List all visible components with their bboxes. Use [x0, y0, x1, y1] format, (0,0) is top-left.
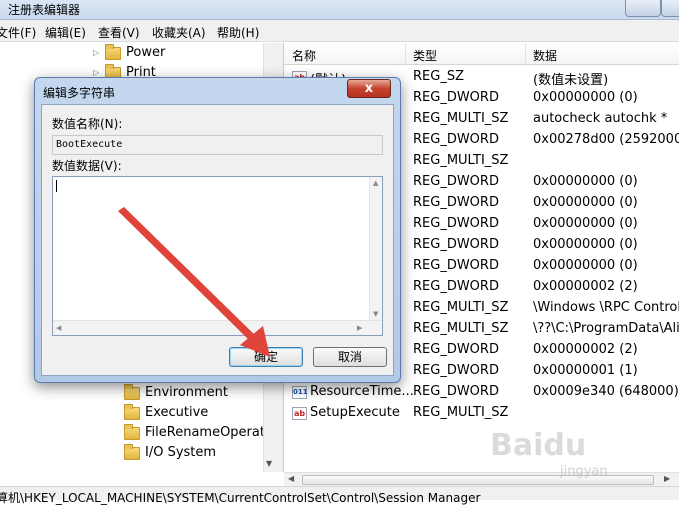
tree-item-label: Environment — [145, 385, 229, 400]
value-type: REG_DWORD — [413, 258, 499, 273]
watermark-text: Baidu — [490, 428, 587, 463]
string-value-icon: ab — [292, 407, 307, 420]
value-data: 0x00000000 (0) — [533, 195, 638, 210]
value-type: REG_DWORD — [413, 174, 499, 189]
textarea-vertical-scrollbar[interactable]: ▲ ▼ — [369, 177, 382, 320]
table-row[interactable]: ab SetupExecute REG_MULTI_SZ — [284, 403, 679, 424]
column-header-name[interactable]: 名称 — [292, 47, 316, 64]
menu-file[interactable]: 文件(F) — [0, 24, 36, 41]
cancel-button[interactable]: 取消 — [313, 347, 387, 367]
value-name-field: BootExecute — [52, 135, 383, 155]
textarea-horizontal-scrollbar[interactable]: ◀ ▶ — [53, 320, 382, 335]
value-type: REG_DWORD — [413, 342, 499, 357]
scroll-left-icon[interactable]: ◀ — [288, 474, 294, 483]
tree-item-label: I/O System — [145, 445, 217, 460]
value-type: REG_SZ — [413, 69, 464, 84]
value-data: 0x00000000 (0) — [533, 237, 638, 252]
folder-icon — [124, 444, 140, 460]
menu-bar: 文件(F) 编辑(E) 查看(V) 收藏夹(A) 帮助(H) — [0, 20, 679, 42]
column-header-data[interactable]: 数据 — [533, 47, 557, 64]
column-header-type[interactable]: 类型 — [413, 47, 437, 64]
value-data: 0x00000000 (0) — [533, 216, 638, 231]
menu-favorites[interactable]: 收藏夹(A) — [152, 24, 206, 41]
menu-edit[interactable]: 编辑(E) — [45, 24, 86, 41]
folder-icon — [124, 384, 140, 400]
value-type: REG_MULTI_SZ — [413, 300, 509, 315]
value-data: 0x00000002 (2) — [533, 342, 638, 357]
binary-value-icon: 011 — [292, 386, 308, 399]
ok-button[interactable]: 确定 — [229, 347, 303, 367]
column-divider[interactable] — [405, 43, 406, 65]
value-name-label: 数值名称(N): — [52, 117, 123, 131]
value-data: 0x00000000 (0) — [533, 258, 638, 273]
folder-icon — [124, 424, 140, 440]
tree-item-label: Executive — [145, 405, 209, 420]
value-data: \Windows \RPC Control — [533, 300, 679, 315]
value-type: REG_DWORD — [413, 279, 499, 294]
value-type: REG_DWORD — [413, 195, 499, 210]
scroll-down-icon[interactable]: ▼ — [373, 310, 378, 318]
maximize-button[interactable] — [625, 0, 661, 17]
table-row[interactable]: 011 ResourceTime... REG_DWORD 0x0009e340 (6… — [284, 382, 679, 403]
value-data-label: 数值数据(V): — [52, 159, 122, 173]
value-data: 0x00000000 (0) — [533, 90, 638, 105]
value-data-textarea[interactable]: ▲ ▼ ◀ ▶ — [52, 176, 383, 336]
scroll-up-icon[interactable]: ▲ — [373, 179, 378, 187]
folder-icon — [105, 44, 121, 60]
value-data: 0x00000001 (1) — [533, 363, 638, 378]
status-path: 算机\HKEY_LOCAL_MACHINE\SYSTEM\CurrentCont… — [0, 491, 481, 505]
tree-item-label: Power — [126, 45, 166, 60]
value-name: SetupExecute — [310, 405, 400, 420]
value-data: (数值未设置) — [533, 73, 609, 88]
value-data: 0x00000000 (0) — [533, 174, 638, 189]
baidu-watermark: Baidu jingyan — [490, 428, 676, 484]
text-cursor — [56, 180, 57, 192]
value-type: REG_DWORD — [413, 384, 499, 399]
value-type: REG_MULTI_SZ — [413, 405, 509, 420]
status-bar: 算机\HKEY_LOCAL_MACHINE\SYSTEM\CurrentCont… — [0, 486, 679, 505]
value-type: REG_MULTI_SZ — [413, 111, 509, 126]
window-title: 注册表编辑器 — [8, 3, 81, 17]
tree-item-label: FileRenameOperatio — [145, 425, 276, 440]
value-data: 0x00278d00 (2592000) — [533, 132, 679, 147]
list-header: 名称 类型 数据 — [284, 43, 679, 65]
expand-arrow-icon[interactable]: ▷ — [93, 48, 101, 58]
scroll-down-icon[interactable]: ▼ — [266, 459, 272, 468]
watermark-subtext: jingyan — [560, 464, 608, 479]
value-data: 0x0009e340 (648000) — [533, 384, 679, 399]
scroll-right-icon[interactable]: ▶ — [357, 324, 362, 332]
close-window-button[interactable] — [661, 0, 679, 17]
value-type: REG_MULTI_SZ — [413, 321, 509, 336]
value-type: REG_MULTI_SZ — [413, 153, 509, 168]
folder-icon — [124, 404, 140, 420]
menu-view[interactable]: 查看(V) — [98, 24, 140, 41]
value-data: autocheck autochk * — [533, 111, 668, 126]
dialog-close-button[interactable]: x — [347, 79, 391, 98]
value-type: REG_DWORD — [413, 216, 499, 231]
dialog-title: 编辑多字符串 — [43, 86, 116, 100]
value-data: 0x00000002 (2) — [533, 279, 638, 294]
value-type: REG_DWORD — [413, 90, 499, 105]
edit-multi-string-dialog: 编辑多字符串 x 数值名称(N): BootExecute 数值数据(V): ▲… — [34, 77, 401, 383]
menu-help[interactable]: 帮助(H) — [217, 24, 259, 41]
scroll-left-icon[interactable]: ◀ — [56, 324, 61, 332]
value-data: \??\C:\ProgramData\Aliba — [533, 321, 679, 336]
value-name: ResourceTime... — [310, 384, 414, 399]
value-type: REG_DWORD — [413, 237, 499, 252]
value-type: REG_DWORD — [413, 132, 499, 147]
title-bar: 注册表编辑器 — [0, 0, 679, 20]
column-divider[interactable] — [525, 43, 526, 65]
value-type: REG_DWORD — [413, 363, 499, 378]
dialog-body: 数值名称(N): BootExecute 数值数据(V): ▲ ▼ ◀ ▶ 确定… — [41, 104, 394, 376]
